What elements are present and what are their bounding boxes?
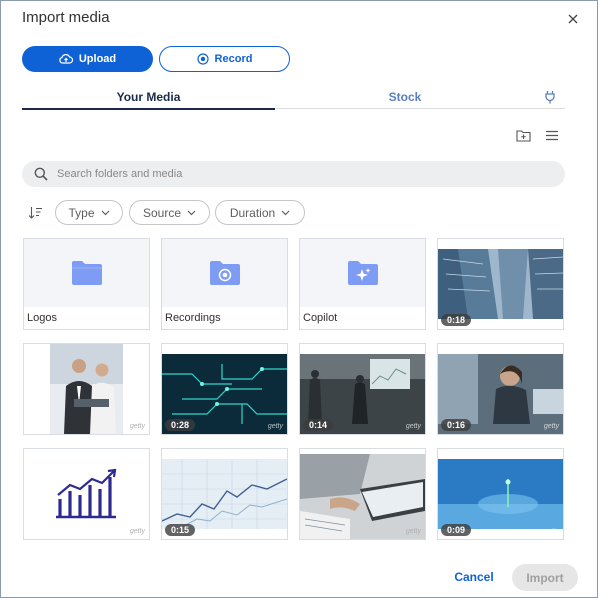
filter-duration-label: Duration [229, 205, 276, 220]
search-icon [34, 167, 48, 181]
record-icon [196, 53, 209, 65]
cancel-button[interactable]: Cancel [449, 567, 499, 587]
folder-tile-recordings[interactable]: Recordings [161, 238, 288, 330]
duration-badge: 0:09 [441, 524, 472, 536]
close-button[interactable] [563, 9, 583, 29]
chevron-down-icon [101, 210, 109, 215]
tab-plugins[interactable] [534, 85, 565, 109]
hands-on-laptop-thumbnail [300, 449, 425, 539]
chevron-down-icon [187, 210, 196, 215]
upload-button[interactable]: Upload [22, 46, 153, 72]
getty-watermark: getty [543, 423, 559, 430]
folder-tile-logos[interactable]: Logos [23, 238, 150, 330]
getty-watermark: getty [405, 528, 421, 535]
media-tile[interactable]: 0:15 getty [161, 448, 288, 540]
folder-thumb [24, 239, 149, 307]
business-people-thumbnail [24, 344, 149, 434]
sort-icon [28, 206, 42, 219]
media-tile[interactable]: getty [23, 448, 150, 540]
recordings-folder-icon [209, 261, 240, 285]
search-bar [22, 161, 565, 187]
filter-source-label: Source [142, 205, 182, 220]
media-tile[interactable]: 0:14 getty [299, 343, 426, 435]
list-view-button[interactable] [543, 126, 561, 144]
duration-badge: 0:14 [303, 419, 334, 431]
media-tile[interactable]: 0:18 [437, 238, 564, 330]
record-label: Record [214, 53, 253, 65]
cloud-upload-icon [59, 54, 73, 64]
folder-icon [71, 261, 102, 285]
tab-stock[interactable]: Stock [276, 85, 534, 109]
duration-badge: 0:28 [165, 419, 196, 431]
import-media-dialog: Import media Upload Record Your Media St… [0, 0, 598, 598]
close-icon [568, 14, 578, 24]
new-folder-icon [515, 129, 531, 142]
tab-your-media-label: Your Media [116, 89, 181, 104]
media-tile[interactable]: getty [299, 448, 426, 540]
getty-watermark: getty [267, 423, 283, 430]
filter-source[interactable]: Source [129, 200, 210, 225]
media-tile[interactable]: 0:16 getty [437, 343, 564, 435]
import-button[interactable]: Import [512, 564, 578, 591]
tab-stock-label: Stock [388, 89, 422, 104]
duration-badge: 0:18 [441, 314, 472, 326]
tab-your-media[interactable]: Your Media [22, 85, 275, 110]
getty-watermark: getty [267, 528, 283, 535]
filter-duration[interactable]: Duration [215, 200, 305, 225]
dialog-title: Import media [22, 9, 110, 26]
growth-chart-thumbnail [24, 449, 149, 539]
filter-type[interactable]: Type [55, 200, 123, 225]
media-tile[interactable]: 0:28 getty [161, 343, 288, 435]
folder-name: Recordings [165, 312, 221, 324]
upload-label: Upload [78, 53, 117, 65]
media-tile[interactable]: getty [23, 343, 150, 435]
folder-tile-copilot[interactable]: Copilot [299, 238, 426, 330]
duration-badge: 0:15 [165, 524, 196, 536]
folder-name: Logos [27, 312, 57, 324]
media-tile[interactable]: 0:09 getty [437, 448, 564, 540]
filter-type-label: Type [68, 205, 95, 220]
record-button[interactable]: Record [159, 46, 290, 72]
getty-watermark: getty [129, 423, 145, 430]
list-view-icon [546, 130, 558, 140]
duration-badge: 0:16 [441, 419, 472, 431]
new-folder-button[interactable] [514, 126, 532, 144]
folder-name: Copilot [303, 312, 338, 324]
plug-icon [544, 90, 555, 103]
chevron-down-icon [281, 210, 290, 215]
getty-watermark: getty [405, 423, 421, 430]
search-input[interactable] [57, 168, 565, 180]
sort-button[interactable] [26, 203, 44, 221]
getty-watermark: getty [129, 528, 145, 535]
getty-watermark: getty [543, 528, 559, 535]
folder-thumb [162, 239, 287, 307]
copilot-folder-icon [347, 261, 378, 285]
folder-thumb [300, 239, 425, 307]
